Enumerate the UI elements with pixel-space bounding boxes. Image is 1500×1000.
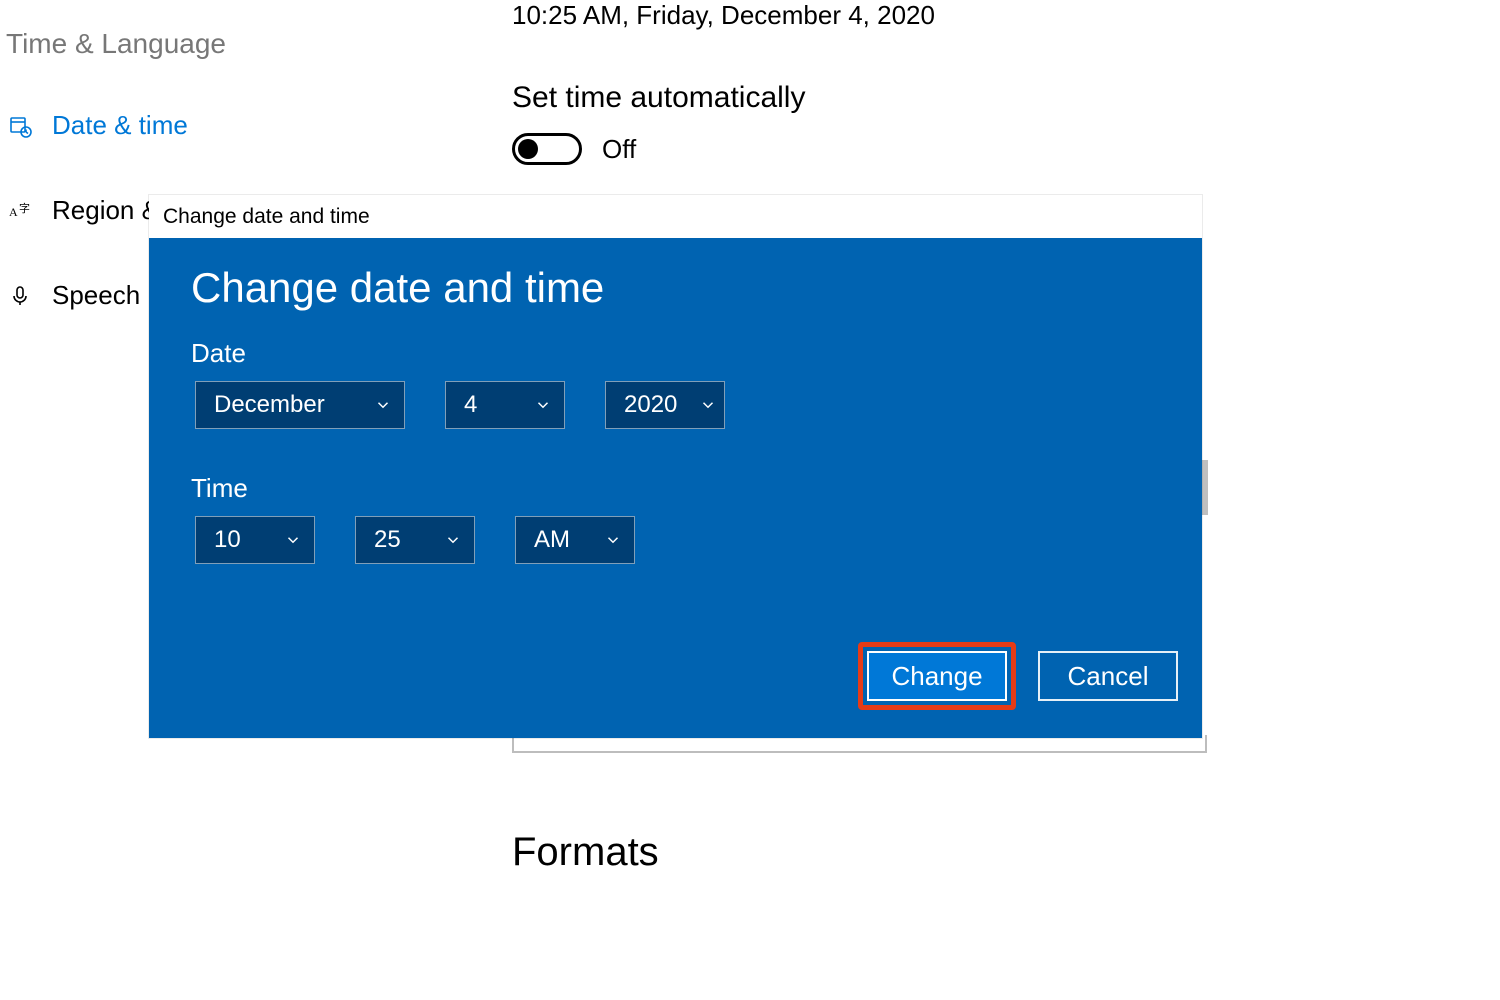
change-date-time-dialog: Change date and time Change date and tim… bbox=[149, 195, 1202, 738]
day-select-value: 4 bbox=[464, 391, 477, 419]
sidebar-heading: Time & Language bbox=[6, 28, 420, 60]
cancel-button[interactable]: Cancel bbox=[1038, 651, 1178, 701]
microphone-icon bbox=[6, 282, 34, 310]
minute-select[interactable]: 25 bbox=[355, 516, 475, 564]
hour-select[interactable]: 10 bbox=[195, 516, 315, 564]
set-time-auto-toggle[interactable] bbox=[512, 133, 582, 165]
minute-select-value: 25 bbox=[374, 526, 401, 554]
set-time-auto-row: Off bbox=[512, 133, 1412, 165]
sidebar-item-label: Date & time bbox=[52, 110, 188, 141]
day-select[interactable]: 4 bbox=[445, 381, 565, 429]
year-select-value: 2020 bbox=[624, 391, 677, 419]
month-select[interactable]: December bbox=[195, 381, 405, 429]
ampm-select-value: AM bbox=[534, 526, 570, 554]
chevron-down-icon bbox=[604, 531, 622, 549]
dialog-titlebar[interactable]: Change date and time bbox=[149, 195, 1202, 238]
time-label: Time bbox=[191, 473, 1160, 504]
current-datetime: 10:25 AM, Friday, December 4, 2020 bbox=[512, 0, 1412, 31]
chevron-down-icon bbox=[534, 396, 552, 414]
dialog-body: Change date and time Date December 4 202… bbox=[149, 238, 1202, 588]
set-time-auto-state: Off bbox=[602, 134, 636, 165]
hour-select-value: 10 bbox=[214, 526, 241, 554]
change-button[interactable]: Change bbox=[867, 651, 1007, 701]
chevron-down-icon bbox=[374, 396, 392, 414]
svg-text:字: 字 bbox=[19, 201, 30, 215]
date-label: Date bbox=[191, 338, 1160, 369]
dialog-actions: Change Cancel bbox=[858, 642, 1178, 710]
time-select-row: 10 25 AM bbox=[191, 516, 1160, 564]
date-select-row: December 4 2020 bbox=[191, 381, 1160, 429]
svg-text:A: A bbox=[9, 205, 18, 219]
tutorial-highlight: Change bbox=[858, 642, 1016, 710]
chevron-down-icon bbox=[284, 531, 302, 549]
ampm-select[interactable]: AM bbox=[515, 516, 635, 564]
chevron-down-icon bbox=[444, 531, 462, 549]
calendar-clock-icon bbox=[6, 112, 34, 140]
chevron-down-icon bbox=[699, 396, 717, 414]
year-select[interactable]: 2020 bbox=[605, 381, 725, 429]
set-time-auto-label: Set time automatically bbox=[512, 81, 1412, 115]
sidebar-item-date-time[interactable]: Date & time bbox=[0, 102, 420, 149]
language-icon: A 字 bbox=[6, 197, 34, 225]
month-select-value: December bbox=[214, 391, 325, 419]
dialog-heading: Change date and time bbox=[191, 264, 1160, 312]
toggle-knob bbox=[518, 139, 538, 159]
sidebar-item-label: Speech bbox=[52, 280, 140, 311]
formats-heading: Formats bbox=[512, 830, 659, 875]
